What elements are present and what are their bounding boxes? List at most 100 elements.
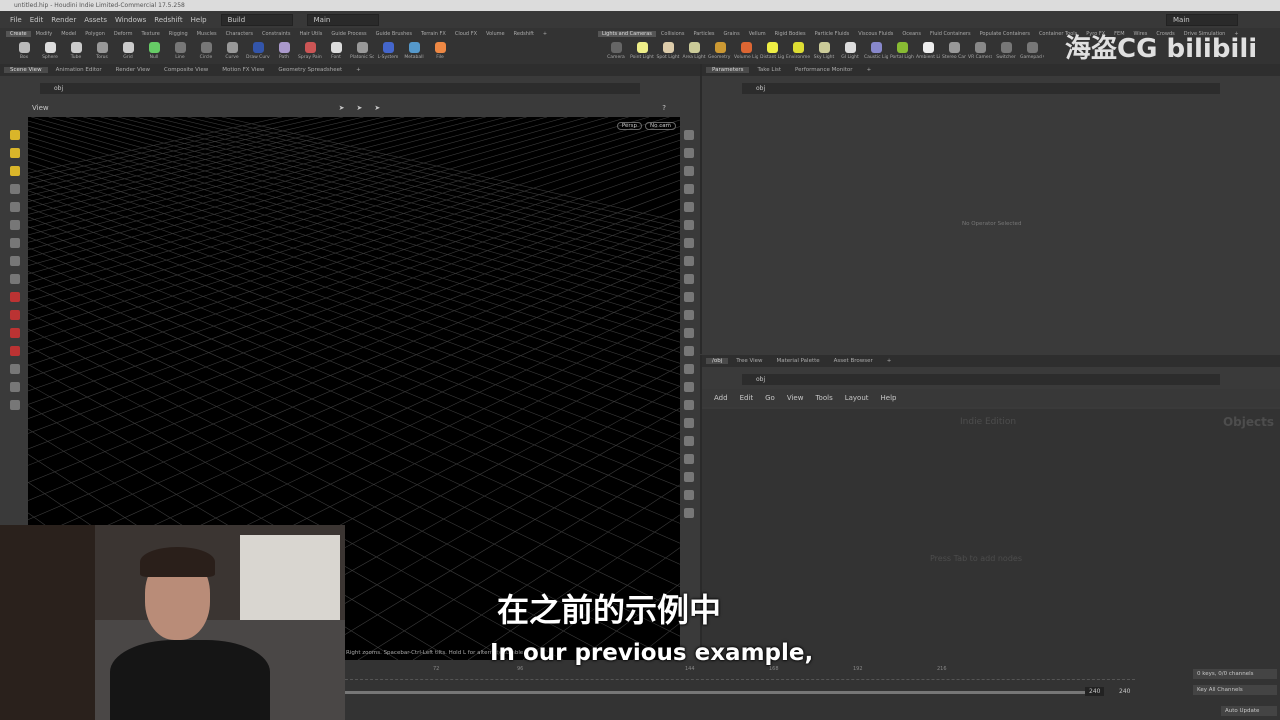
shelf-tool-button[interactable]: Portal Light [890, 39, 914, 60]
pane-tab[interactable]: Parameters [706, 67, 750, 73]
pane-tab[interactable]: Motion FX View [216, 67, 270, 73]
shelf-tab[interactable]: Volume [482, 31, 509, 37]
tool-icon[interactable] [10, 364, 20, 374]
shelf-tool-button[interactable]: Grid [116, 39, 140, 60]
tool-icon[interactable] [10, 184, 20, 194]
tool-icon[interactable] [684, 274, 694, 284]
menu-render[interactable]: Render [51, 16, 76, 24]
tool-icon[interactable] [684, 436, 694, 446]
tool-icon[interactable] [684, 454, 694, 464]
tool-icon[interactable] [10, 382, 20, 392]
shelf-tab[interactable]: Viscous Fluids [854, 31, 897, 37]
pane-add-tab-button[interactable]: + [881, 358, 898, 364]
tool-icon[interactable] [10, 346, 20, 356]
pane-tab[interactable]: Material Palette [771, 358, 826, 364]
tool-icon[interactable] [684, 238, 694, 248]
network-menu-item[interactable]: Edit [740, 394, 754, 402]
network-menu-item[interactable]: Add [714, 394, 728, 402]
pane-tab[interactable]: Scene View [4, 67, 48, 73]
tool-icon[interactable] [10, 256, 20, 266]
pane-tab[interactable]: Animation Editor [50, 67, 108, 73]
pane-add-tab-button[interactable]: + [861, 67, 878, 73]
tool-icon[interactable] [10, 274, 20, 284]
network-menu-item[interactable]: Tools [815, 394, 832, 402]
tool-icon[interactable] [10, 148, 20, 158]
shelf-tab[interactable]: Hair Utils [295, 31, 326, 37]
shelf-tab[interactable]: Create [6, 30, 31, 37]
select-tools-icon[interactable]: ➤➤➤ [339, 104, 393, 112]
tool-icon[interactable] [684, 130, 694, 140]
shelf-tab[interactable]: Texture [137, 31, 163, 37]
shelf-tab[interactable]: Cloud FX [451, 31, 481, 37]
tool-icon[interactable] [684, 508, 694, 518]
network-menu-item[interactable]: Layout [845, 394, 869, 402]
shelf-tab[interactable]: Model [57, 31, 80, 37]
network-menu-item[interactable]: View [787, 394, 804, 402]
pane-tab[interactable]: Geometry Spreadsheet [272, 67, 348, 73]
shelf-tab[interactable]: Redshift [510, 31, 538, 37]
shelf-tool-button[interactable]: File [428, 39, 452, 60]
tool-icon[interactable] [10, 166, 20, 176]
shelf-tab[interactable]: Particle Fluids [811, 31, 854, 37]
shelf-tab[interactable]: Guide Process [327, 31, 370, 37]
shelf-tool-button[interactable]: Area Light [682, 39, 706, 60]
range-slider[interactable] [345, 691, 1085, 694]
shelf-tool-button[interactable]: Spot Light [656, 39, 680, 60]
menu-file[interactable]: File [10, 16, 22, 24]
shelf-tab[interactable]: Grains [720, 31, 744, 37]
tool-icon[interactable] [10, 310, 20, 320]
tool-icon[interactable] [684, 382, 694, 392]
menu-redshift[interactable]: Redshift [154, 16, 182, 24]
tool-icon[interactable] [684, 166, 694, 176]
shelf-tab[interactable]: Constraints [258, 31, 295, 37]
tool-icon[interactable] [684, 364, 694, 374]
shelf-tab[interactable]: Rigging [165, 31, 192, 37]
menu-edit[interactable]: Edit [30, 16, 44, 24]
param-path-field[interactable]: obj [742, 82, 1220, 94]
end-frame[interactable]: 240 [1085, 687, 1105, 696]
shelf-tool-button[interactable]: Volume Light [734, 39, 758, 60]
tool-icon[interactable] [684, 292, 694, 302]
shelf-tool-button[interactable]: Box [12, 39, 36, 60]
shelf-tool-button[interactable]: Distant Light [760, 39, 784, 60]
shelf-tool-button[interactable]: Sphere [38, 39, 62, 60]
shelf-tab[interactable]: Collisions [657, 31, 689, 37]
tool-icon[interactable] [10, 238, 20, 248]
tool-icon[interactable] [684, 310, 694, 320]
shelf-tool-button[interactable]: Environment Light [786, 39, 810, 60]
network-path-field[interactable]: obj [742, 373, 1220, 385]
tool-icon[interactable] [10, 202, 20, 212]
shelf-tool-button[interactable]: Ambient Light [916, 39, 940, 60]
shelf-tab[interactable]: Guide Brushes [372, 31, 416, 37]
shelf-tool-button[interactable]: Gamepad Camera [1020, 39, 1044, 60]
path-field[interactable]: obj [40, 82, 640, 94]
shelf-tool-button[interactable]: Point Light [630, 39, 654, 60]
shelf-tool-button[interactable]: Stereo Camera [942, 39, 966, 60]
shelf-tab[interactable]: Muscles [193, 31, 221, 37]
tool-icon[interactable] [10, 220, 20, 230]
shelf-tool-button[interactable]: Metaball [402, 39, 426, 60]
shelf-tool-button[interactable]: Line [168, 39, 192, 60]
tool-icon[interactable] [684, 472, 694, 482]
shelf-tab[interactable]: Fluid Containers [926, 31, 975, 37]
key-all-channels-button[interactable]: Key All Channels [1193, 685, 1277, 695]
end-frame-global[interactable]: 240 [1115, 687, 1134, 696]
shelf-tab[interactable]: Populate Containers [976, 31, 1034, 37]
pane-tab[interactable]: Tree View [730, 358, 768, 364]
pane-tab[interactable]: /obj [706, 358, 729, 364]
shelf-tool-button[interactable]: Tube [64, 39, 88, 60]
context-select[interactable]: Main [306, 13, 379, 26]
shelf-add-tab-button[interactable]: + [539, 31, 551, 37]
pane-add-tab-button[interactable]: + [350, 67, 367, 73]
help-icon[interactable]: ? [662, 104, 666, 112]
pane-tab[interactable]: Performance Monitor [789, 67, 859, 73]
shelf-tool-button[interactable]: Camera [604, 39, 628, 60]
desktop-select[interactable]: Build [220, 13, 293, 26]
tool-icon[interactable] [10, 328, 20, 338]
shelf-tool-button[interactable]: Circle [194, 39, 218, 60]
timeline-ruler[interactable]: 72 96 144 168 192 216 [345, 666, 1135, 680]
shelf-tab[interactable]: Terrain FX [417, 31, 450, 37]
shelf-tool-button[interactable]: Curve [220, 39, 244, 60]
shelf-tab[interactable]: Lights and Cameras [598, 30, 656, 37]
camera-button[interactable]: No cam [645, 122, 676, 130]
